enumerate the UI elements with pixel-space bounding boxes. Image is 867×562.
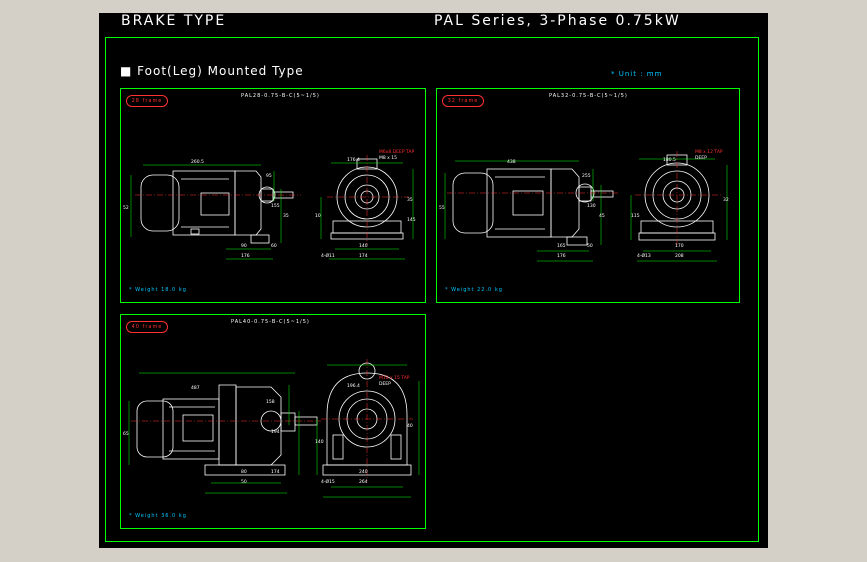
side-dimension-label-5: 174	[271, 469, 280, 475]
side-dimension-label-0: 260.5	[191, 159, 204, 165]
bullet-icon: ■	[120, 64, 138, 78]
unit-note: * Unit : mm	[611, 70, 663, 78]
front-dimension-label-7: 40	[407, 423, 413, 429]
side-dimension-label-0: 438	[507, 159, 516, 165]
side-dimension-label-6: 50	[241, 479, 247, 485]
side-dimension-label-2: 95	[266, 173, 272, 179]
sheet-title-left: BRAKE TYPE	[121, 13, 227, 29]
front-dimension-label-7: 35	[407, 197, 413, 203]
drawing-border: ■ Foot(Leg) Mounted Type * Unit : mm 28 …	[105, 37, 759, 542]
side-dimension-label-1: 55	[439, 205, 445, 211]
side-view	[136, 384, 318, 476]
weight-note: * Weight 18.0 kg	[129, 287, 187, 293]
side-dimension-label-5: 60	[271, 243, 277, 249]
weight-note: * Weight 36.0 kg	[129, 513, 187, 519]
front-dimension-label-4: 208	[675, 253, 684, 259]
front-dimension-label-7: 32	[723, 197, 729, 203]
section-title: ■ Foot(Leg) Mounted Type	[120, 64, 304, 78]
front-dimension-label-1: M10 x 15 TAP	[379, 375, 410, 381]
front-dimension-label-6: 140	[315, 439, 324, 445]
panel-28-frame: 28 frame PAL28-0.75-B-C(5~1/5) 260.5 52 …	[120, 88, 426, 303]
side-dimension-label-7: 45	[599, 213, 605, 219]
panel-40-frame: 40 frame PAL40-0.75-B-C(5~1/5) 487 65 15…	[120, 314, 426, 529]
front-dimension-label-5: 4-Ø15	[321, 478, 335, 485]
side-dimension-label-7: 35	[283, 213, 289, 219]
side-dimension-label-3: 194	[271, 429, 280, 435]
front-dimension-label-0: 180.5	[663, 157, 676, 163]
side-dimension-label-3: 130	[587, 203, 596, 209]
front-dimensions	[316, 364, 420, 498]
front-dimension-label-0: 176.4	[347, 157, 360, 163]
panel-32-frame: 32 frame PAL32-0.75-B-C(5~1/5) 438 55 25…	[436, 88, 740, 303]
side-dimension-label-3: 155	[271, 203, 280, 209]
front-dimension-label-6: 10	[315, 213, 321, 219]
side-dimension-label-2: 158	[266, 399, 275, 405]
front-dimension-label-2: DEEP	[695, 155, 707, 161]
panel-28-drawing: 260.5 52 95 155 90 60 176 35 176.4 M6x8 DEEP TAPM…	[123, 149, 416, 260]
side-dimension-label-6: 176	[557, 253, 566, 259]
front-dimension-label-5: 4-Ø11	[321, 252, 335, 259]
weight-note: * Weight 22.0 kg	[445, 287, 503, 293]
side-dimension-label-5: 50	[587, 243, 593, 249]
front-dimension-label-6: 115	[631, 213, 640, 219]
sheet-title-right: PAL Series, 3-Phase 0.75kW	[434, 13, 681, 29]
front-dimension-label-8: 145	[407, 217, 416, 223]
front-dimension-label-4: 174	[359, 253, 368, 259]
side-dimension-label-4: 80	[241, 469, 247, 475]
front-dimension-label-0: 196.4	[347, 383, 360, 389]
front-dimension-label-2: M8 x 15	[379, 155, 397, 161]
side-dimension-label-4: 90	[241, 243, 247, 249]
side-dimension-label-6: 176	[241, 253, 250, 259]
front-dimension-label-3: 170	[675, 243, 684, 249]
front-dimension-label-3: 240	[359, 469, 368, 475]
front-dimension-label-5: 4-Ø13	[637, 252, 651, 259]
front-dimension-label-2: DEEP	[379, 381, 391, 387]
front-dimension-label-4: 264	[359, 479, 368, 485]
side-dimension-label-2: 255	[582, 173, 591, 179]
side-dimension-label-0: 487	[191, 385, 200, 391]
front-dimension-label-1: M6x8 DEEP TAP	[379, 149, 414, 155]
panel-32-drawing: 438 55 255 130 165 50 176 45 180.5 M8 x 12 TAPDEE…	[439, 149, 729, 262]
side-dimension-label-1: 52	[123, 205, 129, 211]
panel-40-drawing: 487 65 158 194 80 174 50 196.4 M10 x 15 TAPDEEP 2…	[123, 359, 420, 498]
drawing-sheet: BRAKE TYPE PAL Series, 3-Phase 0.75kW ■ …	[99, 13, 768, 548]
front-dimension-label-1: M8 x 12 TAP	[695, 149, 723, 155]
front-dimension-label-3: 140	[359, 243, 368, 249]
side-dimension-label-1: 65	[123, 431, 129, 437]
side-dimension-label-4: 165	[557, 243, 566, 249]
